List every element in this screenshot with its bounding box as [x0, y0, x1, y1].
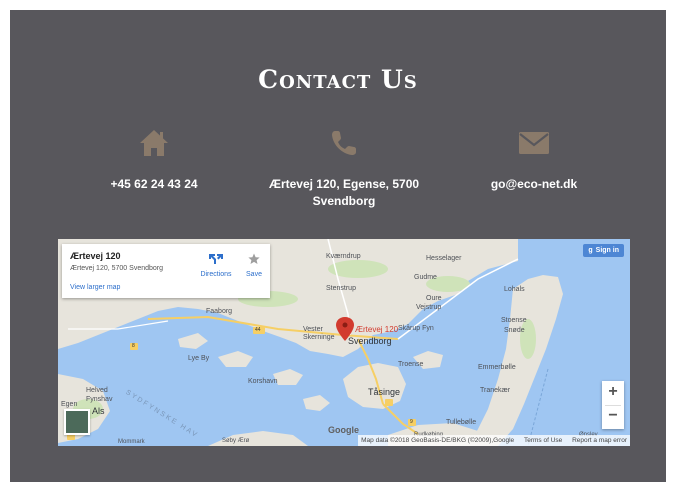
directions-label: Directions [200, 271, 232, 278]
map-data-credit: Map data ©2018 GeoBasis-DE/BKG (©2009),G… [361, 437, 515, 444]
save-button[interactable]: Save [242, 252, 266, 278]
view-larger-map-link[interactable]: View larger map [70, 284, 120, 291]
contact-address: Ærtevej 120, Egense, 5700 Svendborg [244, 128, 444, 210]
map-label: Als [92, 406, 105, 416]
contact-email-text[interactable]: go@eco-net.dk [434, 176, 634, 193]
contact-phone: +45 62 24 43 24 [54, 128, 254, 193]
contact-section: Contact Us +45 62 24 43 24 Ærtevej 120, … [10, 10, 666, 482]
map-marker-label: Ærtevej 120 [355, 325, 399, 334]
map-label: Skårup Fyn [398, 325, 434, 332]
map-label: Lye By [188, 355, 210, 362]
envelope-icon [519, 132, 549, 154]
map-label: Snøde [504, 327, 525, 334]
map-label: Mommark [118, 439, 145, 445]
map-label: Faaborg [206, 308, 233, 315]
map-label: Helved [86, 387, 108, 394]
sign-in-label: Sign in [595, 247, 619, 254]
home-icon [140, 130, 168, 156]
map-label: Korshavn [248, 378, 278, 385]
directions-button[interactable]: Directions [196, 252, 236, 278]
zoom-out-button[interactable]: − [602, 405, 624, 429]
map-label: Lohals [504, 286, 525, 293]
contact-phone-text: +45 62 24 43 24 [110, 177, 198, 191]
info-place-name: Ærtevej 120 [70, 251, 121, 261]
satellite-toggle[interactable] [64, 409, 90, 435]
map-label: Oure [426, 295, 442, 302]
map-label: Fynshav [86, 396, 113, 403]
map-label: Emmerbølle [478, 364, 516, 371]
sign-in-button[interactable]: g Sign in [583, 244, 624, 257]
zoom-in-button[interactable]: + [602, 381, 624, 405]
info-place-address: Ærtevej 120, 5700 Svendborg [70, 265, 164, 272]
zoom-divider [605, 405, 621, 406]
map-embed[interactable]: Kværndrup Hesselager Gudme Stenstrup Our… [58, 239, 630, 446]
road-number: 8 [132, 343, 135, 349]
map-label: Svendborg [348, 336, 392, 346]
map-label: Gudme [414, 274, 437, 281]
terms-of-use-link[interactable]: Terms of Use [524, 437, 562, 444]
road-number: 44 [255, 327, 261, 333]
map-label: Hesselager [426, 255, 462, 262]
map-footer: Map data ©2018 GeoBasis-DE/BKG (©2009),G… [358, 435, 630, 446]
contact-address-text: Ærtevej 120, Egense, 5700 Svendborg [268, 177, 420, 208]
google-plus-icon: g [588, 247, 593, 254]
map-label: Stoense [501, 317, 527, 324]
report-map-error-link[interactable]: Report a map error [572, 437, 627, 444]
google-logo: Google [328, 425, 359, 435]
map-label: Stenstrup [326, 285, 356, 292]
directions-icon [209, 254, 223, 264]
map-label: Tullebølle [446, 419, 477, 426]
star-icon [248, 253, 260, 264]
map-label: Kværndrup [326, 253, 361, 260]
map-label: Tåsinge [368, 387, 401, 397]
zoom-control: + − [602, 381, 624, 429]
map-info-box: Ærtevej 120 Ærtevej 120, 5700 Svendborg … [62, 244, 270, 298]
map-label: Egen [61, 401, 78, 408]
road-number: 9 [410, 419, 413, 425]
contact-email: go@eco-net.dk [434, 128, 634, 193]
phone-icon [332, 131, 356, 155]
map-label: Søby Ærø [222, 438, 250, 444]
save-label: Save [246, 271, 262, 278]
page-title: Contact Us [258, 65, 418, 94]
map-label: Vester Skerninge [303, 326, 335, 341]
map-label: Troense [398, 361, 424, 368]
map-label: Tranekær [480, 387, 511, 394]
map-label: Vejstrup [416, 304, 442, 311]
